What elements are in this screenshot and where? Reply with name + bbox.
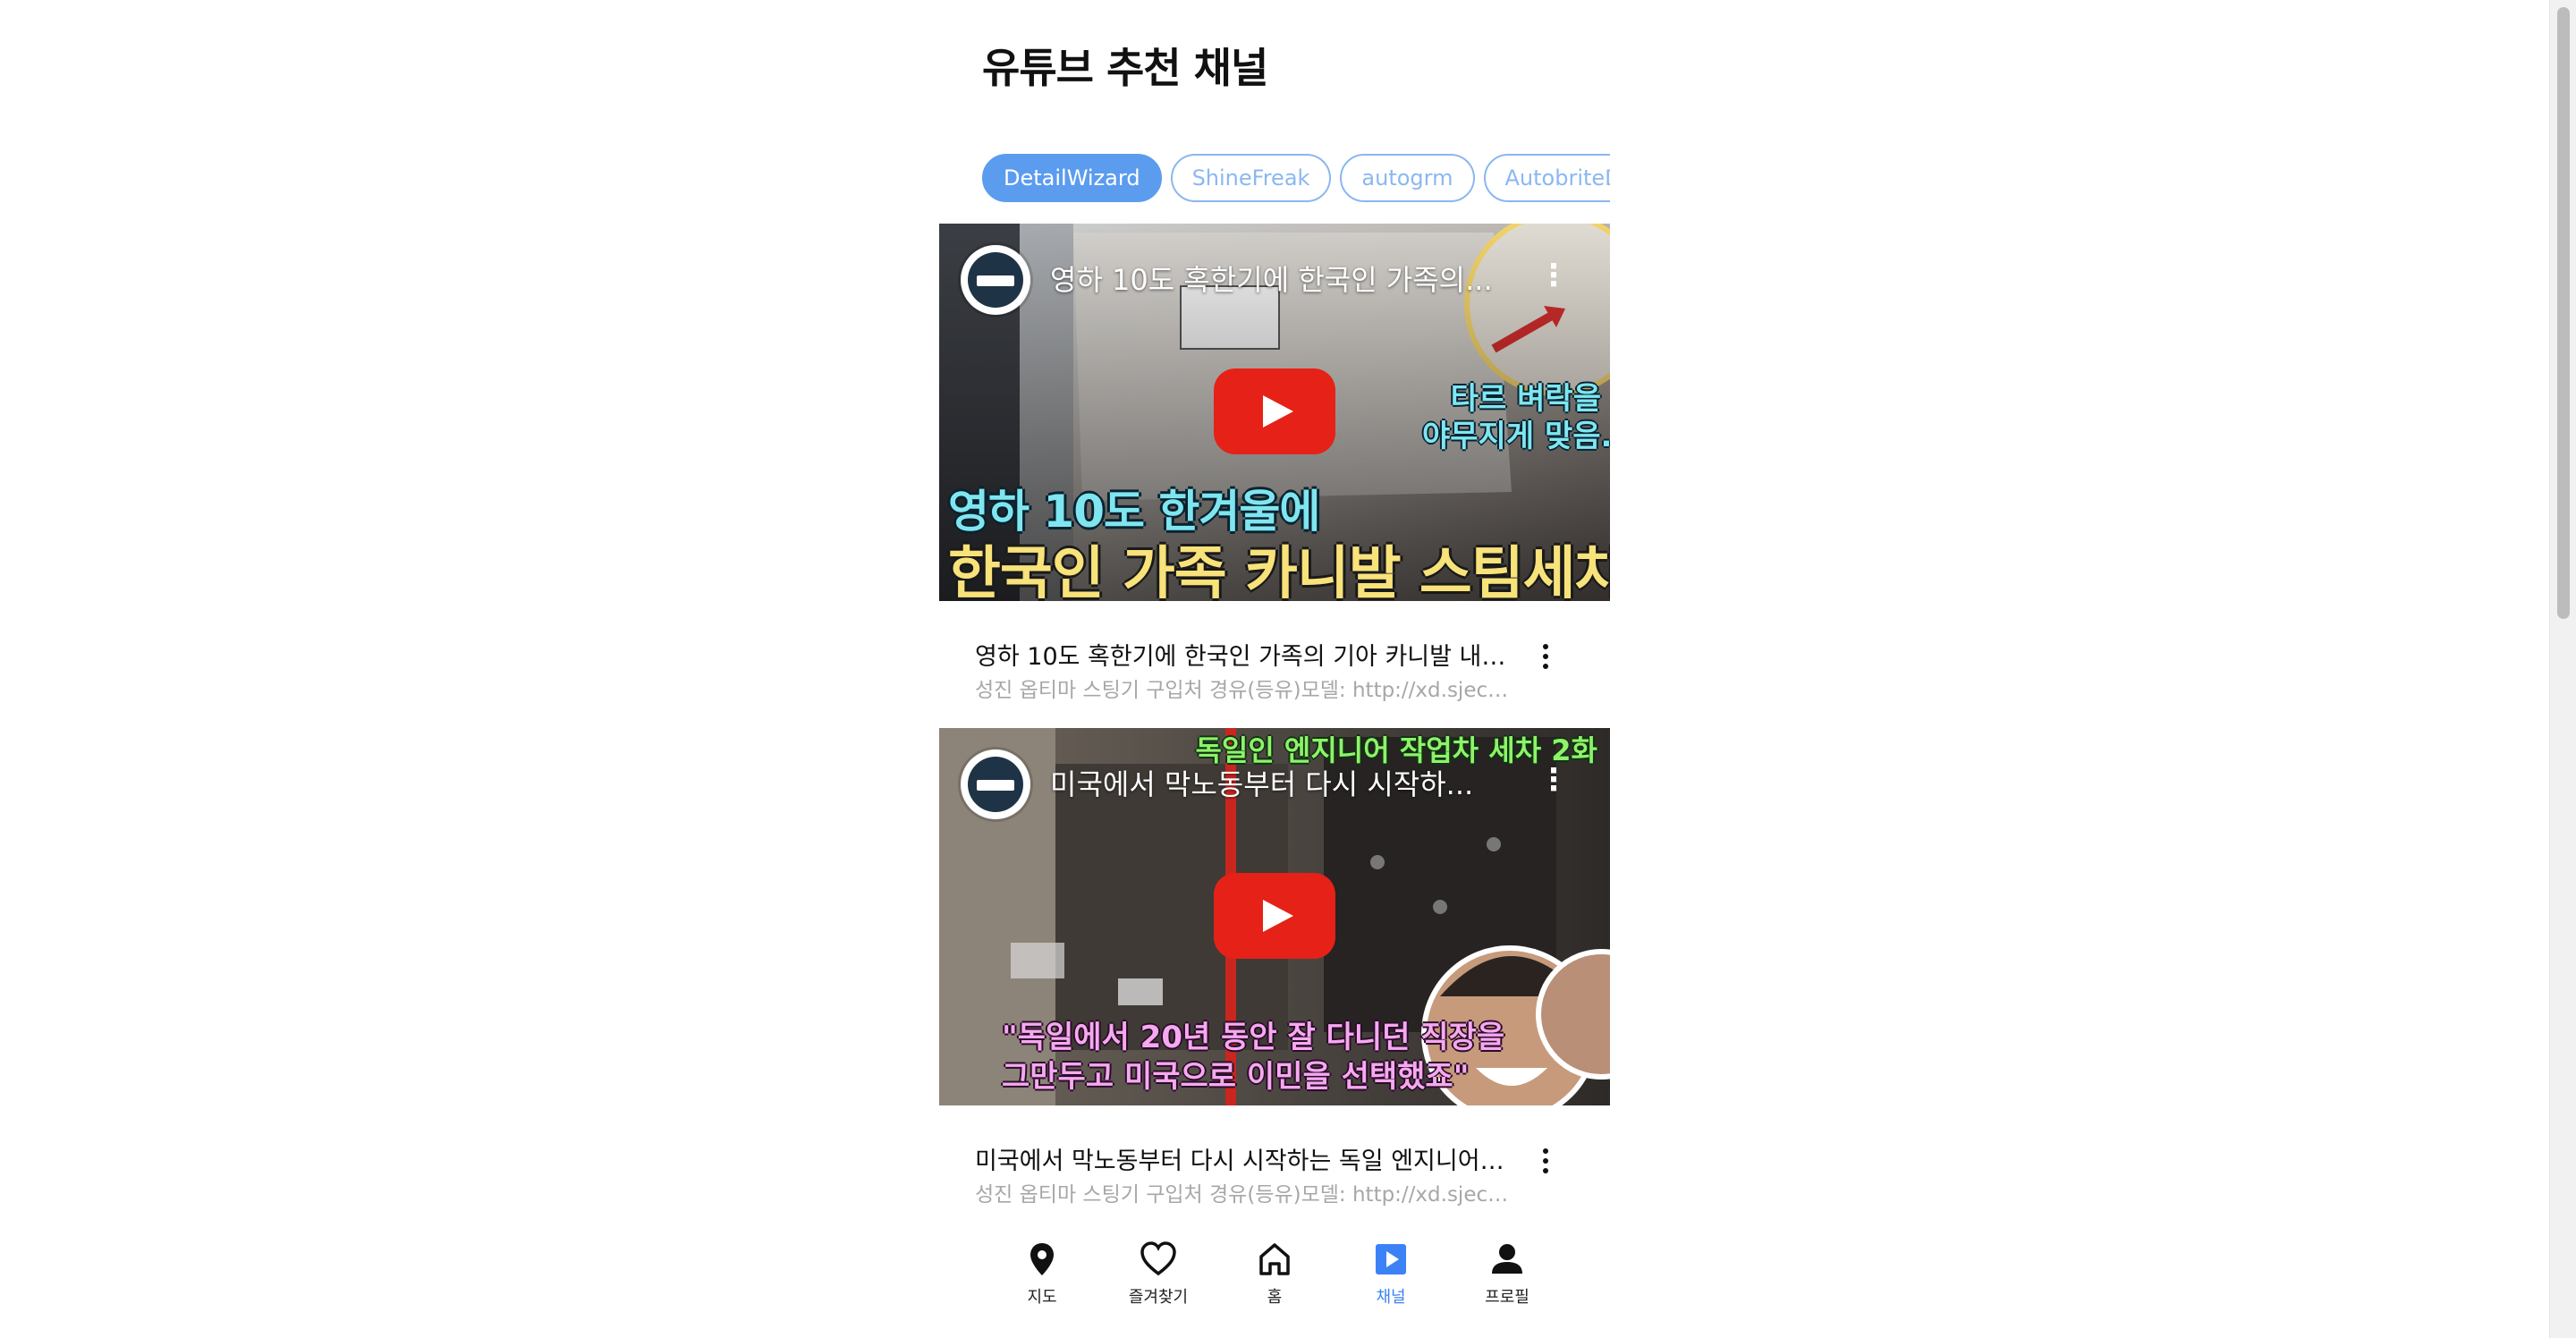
nav-label: 프로필 (1485, 1288, 1530, 1307)
video-player[interactable]: 영하 10도 혹한기에 한국인 가족의... ⋮ 타르 벼락을 야무지게 맞음.… (939, 224, 1610, 601)
video-meta[interactable]: 영하 10도 혹한기에 한국인 가족의 기아 카니발 내장, ... 성진 옵티… (939, 601, 1610, 726)
play-button-icon[interactable] (1214, 368, 1335, 454)
nav-item-map[interactable]: 지도 (993, 1240, 1091, 1329)
nav-item-profile[interactable]: 프로필 (1458, 1240, 1556, 1329)
person-icon (1492, 1244, 1522, 1274)
app-window: 유튜브 추천 채널 DetailWizard ShineFreak autogrm A… (0, 0, 2576, 1338)
heart-icon (1140, 1241, 1176, 1276)
video-card: 영하 10도 혹한기에 한국인 가족의... ⋮ 타르 벼락을 야무지게 맞음.… (939, 224, 1610, 726)
video-player[interactable]: 독일인 엔지니어 작업차 세차 2화 미국에서 막노동부터 다시 시작하... … (939, 728, 1610, 1105)
map-pin-icon (1030, 1243, 1054, 1275)
player-more-icon[interactable]: ⋮ (1538, 256, 1569, 295)
nav-label: 지도 (1027, 1288, 1057, 1307)
thumbnail-caption: "독일에서 20년 동안 잘 다니던 직장을 (1002, 1020, 1505, 1055)
channel-chip-autobritedirect[interactable]: AutobriteDirectK (1483, 154, 1610, 202)
channel-avatar[interactable] (961, 749, 1030, 819)
thumbnail-caption: 한국인 가족 카니발 스팀세차 (948, 541, 1610, 601)
channel-chip-autogrm[interactable]: autogrm (1340, 154, 1475, 202)
mobile-view: 유튜브 추천 채널 DetailWizard ShineFreak autogrm A… (939, 0, 1610, 1338)
nav-item-home[interactable]: 홈 (1225, 1240, 1324, 1329)
video-card: 독일인 엔지니어 작업차 세차 2화 미국에서 막노동부터 다시 시작하... … (939, 728, 1610, 1231)
bottom-navigation: 지도 즐겨찾기 홈 채널 프로필 (939, 1225, 1610, 1338)
nav-label: 홈 (1267, 1288, 1283, 1307)
player-more-icon[interactable]: ⋮ (1538, 760, 1569, 800)
video-title[interactable]: 미국에서 막노동부터 다시 시작하는 독일 엔지니어 작... (975, 1141, 1512, 1176)
page-title: 유튜브 추천 채널 (982, 44, 1268, 92)
more-options-icon[interactable] (1530, 1138, 1562, 1184)
page-scrollbar[interactable] (2549, 0, 2576, 1338)
channel-chip-detailwizard[interactable]: DetailWizard (982, 154, 1162, 202)
player-title[interactable]: 영하 10도 혹한기에 한국인 가족의... (1050, 258, 1515, 299)
play-button-icon[interactable] (1214, 873, 1335, 959)
video-description: 성진 옵티마 스팅기 구입처 경유(등유)모델: http://xd.sjeco… (975, 1183, 1512, 1207)
more-options-icon[interactable] (1530, 633, 1562, 680)
nav-item-favorites[interactable]: 즐겨찾기 (1109, 1240, 1208, 1329)
nav-label: 즐겨찾기 (1128, 1288, 1189, 1307)
scrollbar-thumb[interactable] (2557, 7, 2570, 619)
home-icon (1259, 1243, 1290, 1275)
channel-chip-shinefreak[interactable]: ShineFreak (1170, 154, 1332, 202)
video-title[interactable]: 영하 10도 혹한기에 한국인 가족의 기아 카니발 내장, ... (975, 637, 1512, 672)
thumbnail-caption: 그만두고 미국으로 이민을 선택했죠" (1002, 1059, 1470, 1095)
video-description: 성진 옵티마 스팅기 구입처 경유(등유)모델: http://xd.sjeco… (975, 679, 1512, 702)
nav-label: 채널 (1376, 1288, 1406, 1307)
channel-avatar[interactable] (961, 245, 1030, 315)
video-meta[interactable]: 미국에서 막노동부터 다시 시작하는 독일 엔지니어 작... 성진 옵티마 스… (939, 1105, 1610, 1231)
play-square-icon (1376, 1244, 1406, 1274)
player-title[interactable]: 미국에서 막노동부터 다시 시작하... (1050, 762, 1515, 803)
channel-chip-row[interactable]: DetailWizardShineFreakautogrmAutobriteDi… (982, 154, 1610, 204)
nav-item-channel[interactable]: 채널 (1342, 1240, 1440, 1329)
thumbnail-caption: 야무지게 맞음. (1422, 419, 1610, 454)
